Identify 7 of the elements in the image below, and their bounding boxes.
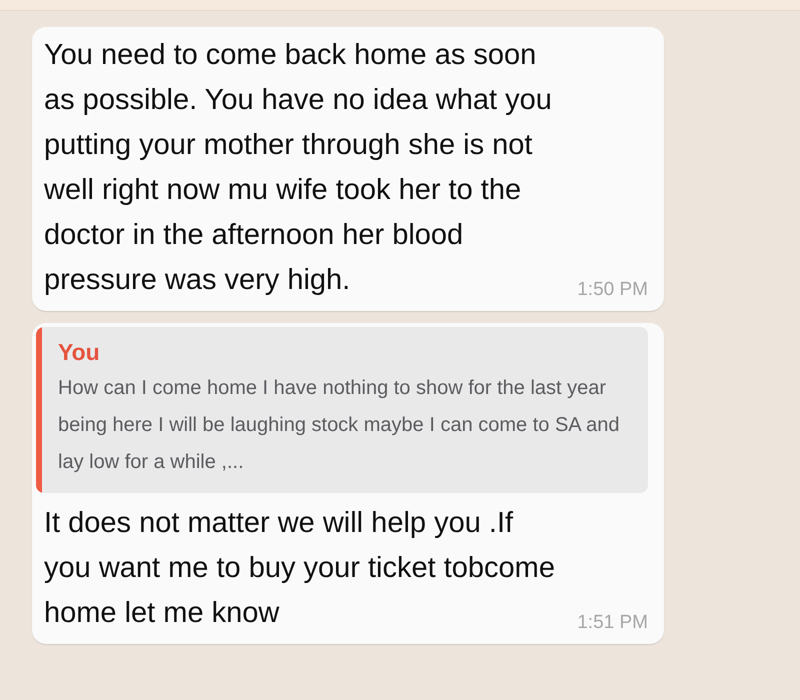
message-time: 1:50 PM <box>577 279 648 302</box>
message-text: You need to come back home as soon as possible. You have no idea what you putting your mother through she is not well right now mu wife took her to the doctor in the afternoon her blood pressure was very high. <box>44 38 553 298</box>
quoted-message[interactable]: You How can I come home I have nothing to show for the last year being here I will be laughing stock maybe I can come to SA and lay low for a while ,... <box>36 327 648 493</box>
quote-text: How can I come home I have nothing to show for the last year being here I will be laughing stock maybe I can come to SA and lay low for a while ,... <box>58 376 620 475</box>
message-text: It does not matter we will help you .If you want me to buy your ticket tobcome home let me know <box>44 506 556 631</box>
quote-author: You <box>58 339 101 366</box>
message-time: 1:51 PM <box>577 612 648 635</box>
